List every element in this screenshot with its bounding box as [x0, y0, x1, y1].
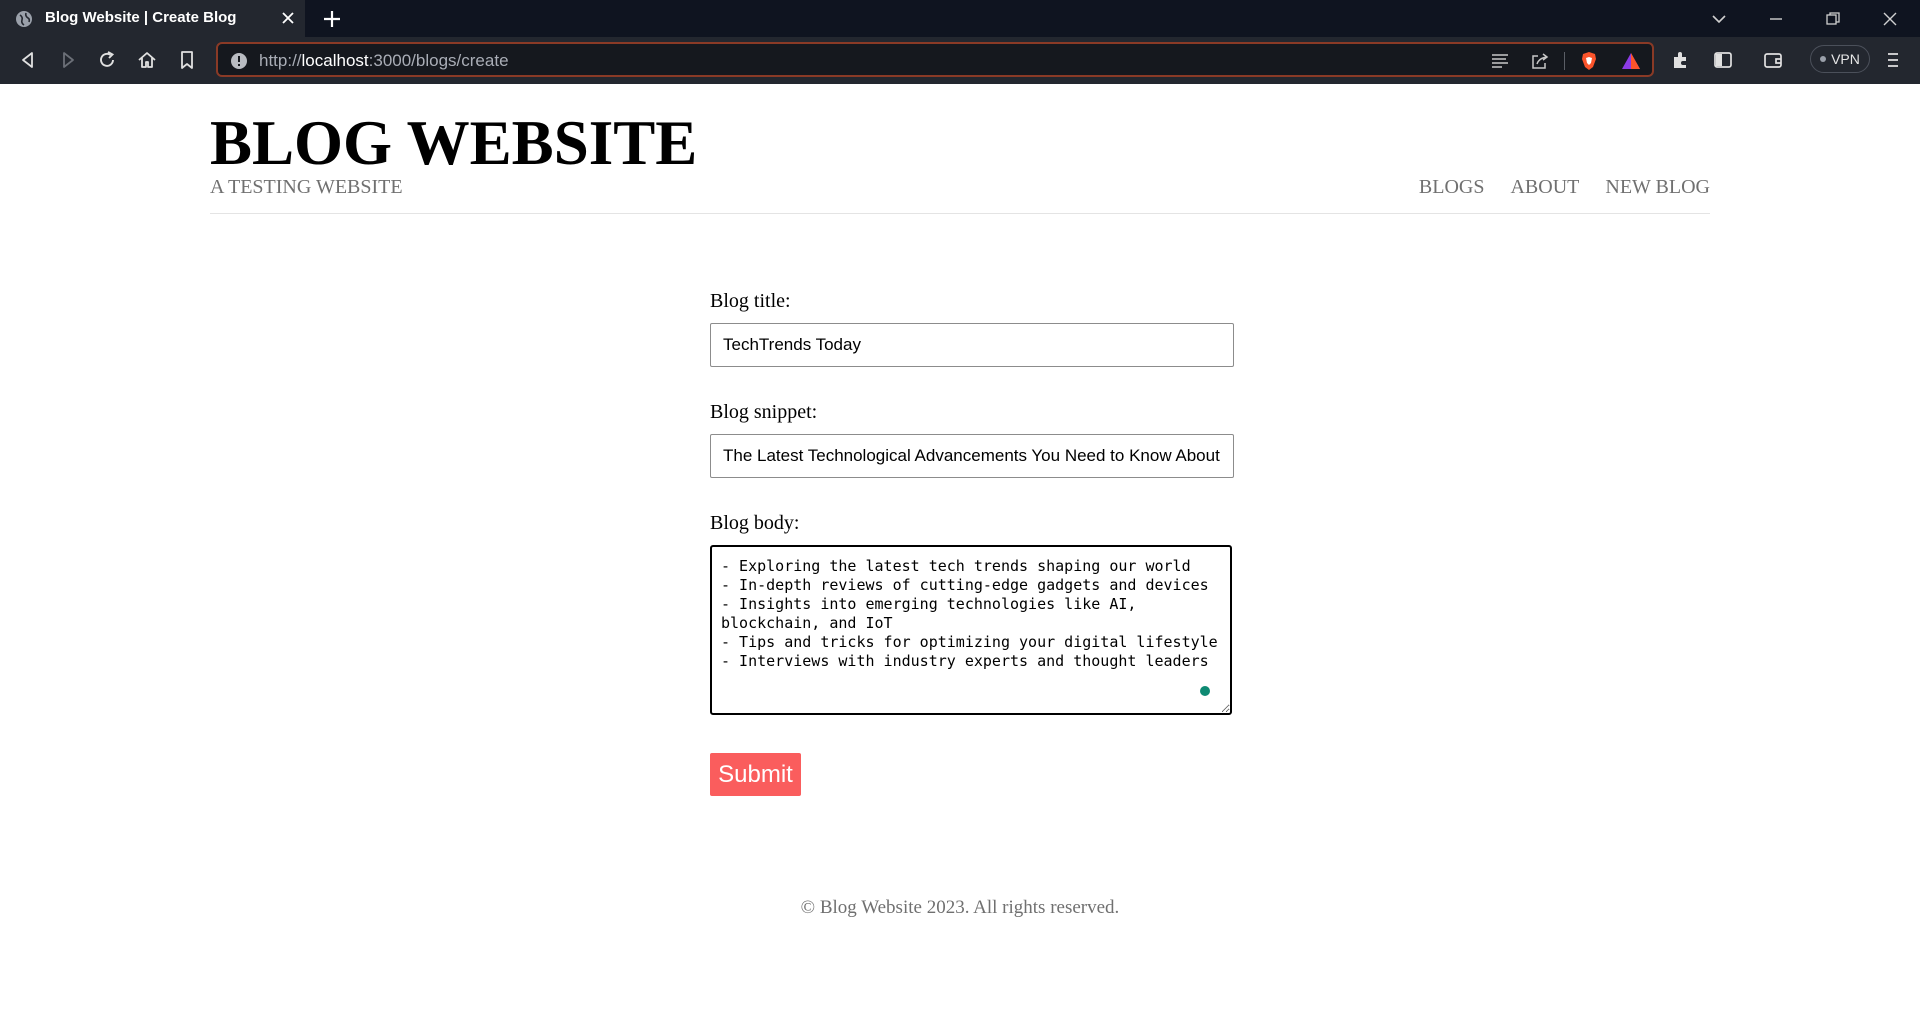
- blog-snippet-label: Blog snippet:: [710, 401, 818, 423]
- home-icon[interactable]: [136, 49, 158, 71]
- reload-icon[interactable]: [96, 49, 118, 71]
- vpn-status-dot: [1820, 56, 1827, 62]
- sidebar-icon[interactable]: [1712, 49, 1734, 71]
- new-tab-icon[interactable]: [322, 9, 342, 29]
- url-text: http://localhost:3000/blogs/create: [259, 51, 509, 70]
- site-title: BLOG WEBSITE: [210, 108, 698, 178]
- blog-title-input[interactable]: [710, 323, 1234, 367]
- blog-body-textarea[interactable]: - Exploring the latest tech trends shapi…: [710, 545, 1232, 715]
- create-blog-form: Blog title: Blog snippet: Blog body: - E…: [710, 290, 1234, 796]
- site-subtitle: A TESTING WEBSITE: [210, 176, 403, 198]
- back-icon[interactable]: [17, 49, 39, 71]
- vpn-label: VPN: [1831, 51, 1860, 67]
- tab-title: Blog Website | Create Blog: [45, 9, 237, 26]
- nav-link-new-blog[interactable]: NEW BLOG: [1605, 176, 1710, 199]
- bookmark-icon[interactable]: [176, 49, 198, 71]
- header-divider: [210, 213, 1710, 214]
- submit-button[interactable]: Submit: [710, 753, 801, 796]
- address-bar[interactable]: http://localhost:3000/blogs/create: [216, 42, 1654, 77]
- menu-icon[interactable]: [1882, 49, 1904, 71]
- reader-mode-icon[interactable]: [1490, 51, 1510, 71]
- vpn-button[interactable]: VPN: [1810, 45, 1870, 73]
- forward-icon[interactable]: [57, 49, 79, 71]
- grammar-indicator-dot: [1200, 686, 1210, 696]
- minimize-icon[interactable]: [1766, 9, 1786, 29]
- browser-toolbar: http://localhost:3000/blogs/create VPN: [0, 37, 1920, 84]
- extensions-icon[interactable]: [1670, 49, 1692, 71]
- address-bar-divider: [1564, 52, 1565, 70]
- nav-link-blogs[interactable]: BLOGS: [1419, 176, 1485, 199]
- blog-title-label: Blog title:: [710, 290, 791, 312]
- blog-body-label: Blog body:: [710, 512, 800, 534]
- browser-tab-bar: Blog Website | Create Blog: [0, 0, 1920, 37]
- footer-copyright: © Blog Website 2023. All rights reserved…: [800, 897, 1120, 918]
- tab-list-chevron-icon[interactable]: [1709, 9, 1729, 29]
- brave-shields-icon[interactable]: [1579, 51, 1599, 71]
- browser-tab[interactable]: Blog Website | Create Blog: [0, 0, 305, 37]
- site-info-icon[interactable]: [229, 51, 249, 71]
- blog-snippet-input[interactable]: [710, 434, 1234, 478]
- close-window-icon[interactable]: [1880, 9, 1900, 29]
- brave-rewards-icon[interactable]: [1621, 51, 1641, 71]
- close-tab-icon[interactable]: [280, 10, 296, 26]
- restore-icon[interactable]: [1823, 9, 1843, 29]
- globe-icon: [16, 11, 32, 27]
- share-icon[interactable]: [1530, 51, 1550, 71]
- wallet-icon[interactable]: [1762, 49, 1784, 71]
- main-nav: BLOGS ABOUT NEW BLOG: [1419, 176, 1710, 199]
- nav-link-about[interactable]: ABOUT: [1510, 176, 1579, 199]
